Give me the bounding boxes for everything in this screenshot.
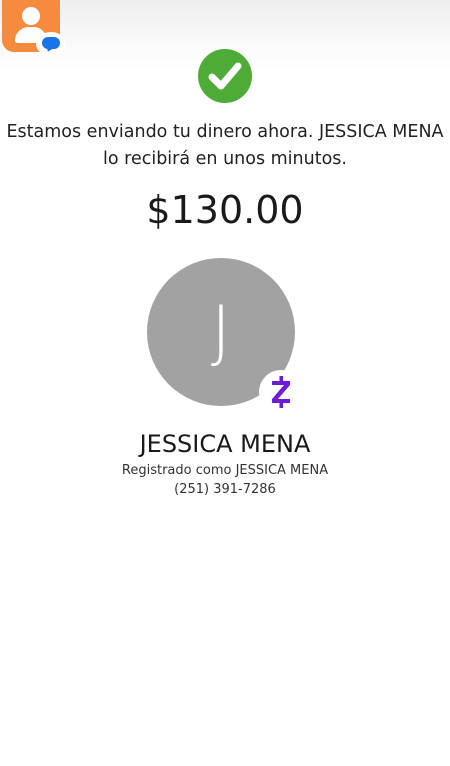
message-bubble-icon [36, 32, 66, 56]
recipient-name: JESSICA MENA [139, 430, 311, 458]
confirmation-message: Estamos enviando tu dinero ahora. JESSIC… [0, 119, 450, 173]
registered-as-text: Registrado como JESSICA MENA [121, 463, 329, 478]
recipient-phone: (251) 391-7286 [174, 482, 276, 497]
confirmation-message-line-1: Estamos enviando tu dinero ahora. JESSIC… [6, 122, 444, 142]
confirmation-message-line-2: lo recibirá en unos minutos. [103, 149, 347, 169]
person-head-shape [22, 7, 40, 25]
payment-amount: $130.00 [146, 188, 304, 232]
zelle-icon [259, 370, 303, 414]
checkmark-icon [198, 49, 252, 103]
contacts-messaging-app-icon[interactable] [2, 0, 66, 56]
payment-confirmation-screen: Estamos enviando tu dinero ahora. JESSIC… [0, 0, 450, 766]
